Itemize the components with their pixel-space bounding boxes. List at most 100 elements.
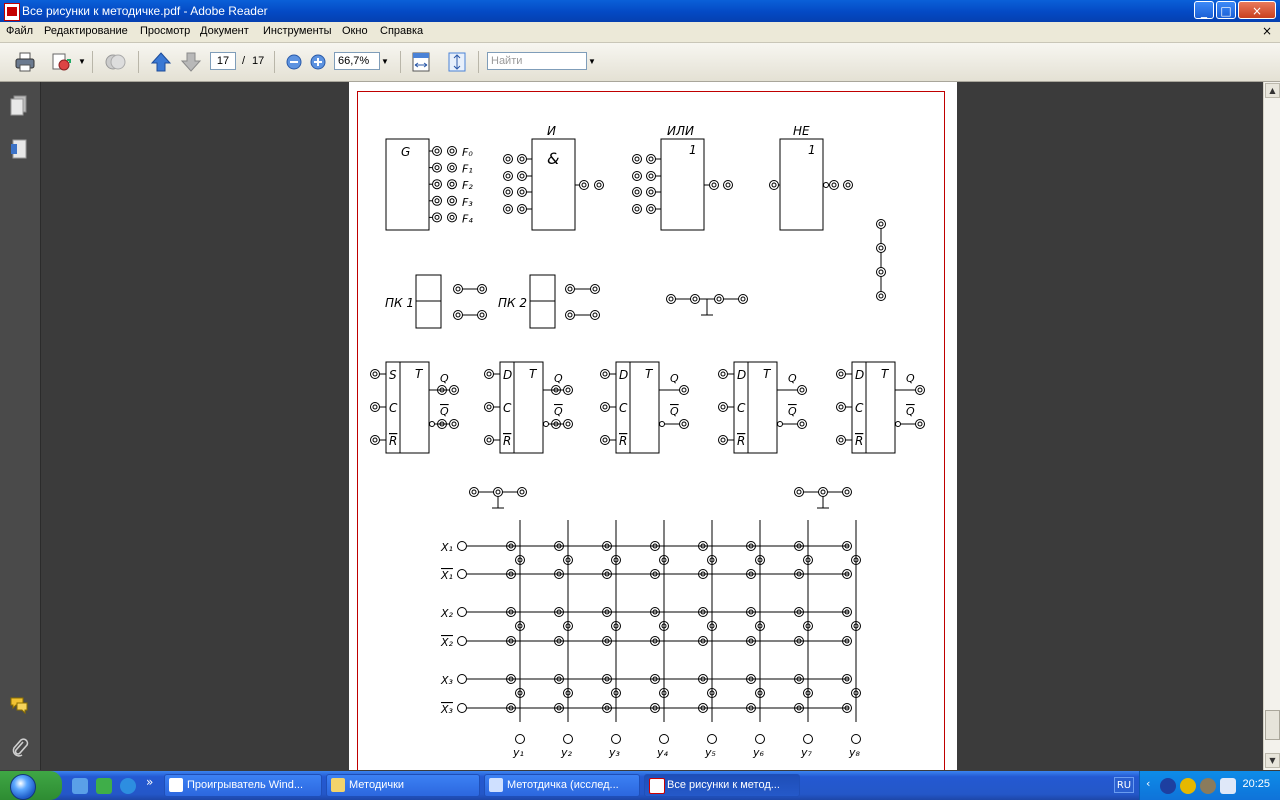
- task-folder[interactable]: Методички: [326, 774, 480, 797]
- socket-inner: [845, 182, 851, 188]
- socket: [579, 180, 589, 190]
- matrix-output-terminal: [611, 734, 621, 744]
- task-media-player[interactable]: Проигрыватель Wind...: [164, 774, 322, 797]
- socket-inner: [831, 182, 837, 188]
- socket: [503, 187, 513, 197]
- vertical-scrollbar[interactable]: ▲ ▼: [1263, 82, 1280, 770]
- socket: [646, 154, 656, 164]
- socket: [632, 187, 642, 197]
- socket: [797, 419, 807, 429]
- menu-tools[interactable]: Инструменты: [263, 25, 332, 37]
- volume-icon[interactable]: [1200, 778, 1216, 794]
- menu-window[interactable]: Окно: [342, 25, 368, 37]
- page-total: 17: [252, 55, 265, 67]
- antivirus-icon[interactable]: [1180, 778, 1196, 794]
- zoom-dropdown-icon[interactable]: ▼: [381, 57, 389, 66]
- navigation-panel: [0, 82, 41, 770]
- next-page-icon[interactable]: [180, 51, 202, 73]
- menu-view[interactable]: Просмотр: [140, 25, 190, 37]
- close-button[interactable]: ×: [1238, 1, 1276, 19]
- socket-inner: [567, 312, 573, 318]
- find-dropdown-icon[interactable]: ▼: [588, 57, 596, 66]
- socket: [679, 385, 689, 395]
- socket: [797, 385, 807, 395]
- scroll-thumb[interactable]: [1265, 710, 1280, 740]
- socket: [563, 385, 573, 395]
- socket: [690, 294, 700, 304]
- trigger-input-label: D: [503, 368, 512, 382]
- socket-inner: [372, 404, 378, 410]
- socket-inner: [740, 296, 746, 302]
- start-button[interactable]: [0, 771, 62, 800]
- socket-inner: [434, 181, 440, 187]
- bookmarks-panel-icon[interactable]: [9, 138, 29, 160]
- previous-page-icon[interactable]: [150, 51, 172, 73]
- task-word-document[interactable]: Метотдичка (исслед...: [484, 774, 640, 797]
- socket: [842, 487, 852, 497]
- comments-panel-icon[interactable]: [9, 694, 29, 716]
- bluetooth-icon[interactable]: [1160, 778, 1176, 794]
- pk2-label: ПК 2: [498, 296, 527, 310]
- socket: [590, 310, 600, 320]
- matrix-output-terminal: [707, 734, 717, 744]
- pages-panel-icon[interactable]: [9, 94, 29, 116]
- trigger-input-label: C: [619, 401, 628, 415]
- network-icon[interactable]: [1220, 778, 1236, 794]
- socket: [447, 162, 457, 173]
- menu-document[interactable]: Документ: [200, 25, 249, 37]
- socket-inner: [602, 437, 608, 443]
- trigger-nq-label: Q: [440, 405, 449, 418]
- quick-launch-more-icon[interactable]: »: [146, 775, 153, 789]
- show-desktop-icon[interactable]: [72, 778, 88, 794]
- toolbar-separator: [138, 51, 139, 73]
- not-block: [779, 138, 824, 231]
- fit-width-icon[interactable]: [410, 51, 432, 73]
- tray-expand-icon[interactable]: ‹: [1146, 777, 1150, 790]
- scroll-up-button[interactable]: ▲: [1265, 83, 1280, 98]
- trigger-nq-label: Q: [670, 405, 679, 418]
- language-indicator[interactable]: RU: [1114, 777, 1134, 793]
- share-dropdown-icon[interactable]: ▼: [78, 57, 86, 66]
- attachments-panel-icon[interactable]: [9, 736, 29, 758]
- trigger-input-label: R: [503, 434, 511, 448]
- task-adobe-reader[interactable]: Все рисунки к метод...: [644, 774, 800, 797]
- socket-inner: [486, 404, 492, 410]
- matrix-input-terminal: [457, 636, 467, 646]
- not-title: НЕ: [793, 124, 810, 138]
- socket: [493, 487, 503, 497]
- print-icon[interactable]: [14, 51, 36, 73]
- socket: [477, 310, 487, 320]
- socket-inner: [878, 293, 884, 299]
- find-input[interactable]: Найти: [487, 52, 587, 70]
- socket: [718, 435, 728, 445]
- collaborate-icon[interactable]: [104, 51, 126, 73]
- socket-inner: [565, 421, 571, 427]
- document-close-button[interactable]: ×: [1262, 24, 1272, 38]
- quick-launch-icon[interactable]: [96, 778, 112, 794]
- trigger-type-label: T: [763, 367, 772, 381]
- internet-explorer-icon[interactable]: [120, 778, 136, 794]
- socket-inner: [838, 404, 844, 410]
- minimize-button[interactable]: _: [1194, 1, 1214, 19]
- socket-inner: [820, 489, 826, 495]
- menu-edit[interactable]: Редактирование: [44, 25, 128, 37]
- zoom-out-icon[interactable]: [283, 51, 305, 73]
- fit-page-icon[interactable]: [446, 51, 468, 73]
- socket-inner: [648, 173, 654, 179]
- document-area[interactable]: G F₀ F₁ F₂ F₃ F₄ И & ИЛИ 1 НЕ 1 ПК 1 ПК 2 T S C R Q Q T D C R Q Q…: [41, 82, 1263, 770]
- zoom-level-input[interactable]: 66,7%: [334, 52, 380, 70]
- socket: [447, 146, 457, 156]
- socket-inner: [451, 387, 457, 393]
- socket: [449, 419, 459, 429]
- share-icon[interactable]: [50, 51, 72, 73]
- socket-inner: [519, 489, 525, 495]
- scroll-down-button[interactable]: ▼: [1265, 753, 1280, 768]
- page-number-input[interactable]: 17: [210, 52, 236, 70]
- menu-help[interactable]: Справка: [380, 25, 423, 37]
- zoom-in-icon[interactable]: [307, 51, 329, 73]
- socket: [600, 435, 610, 445]
- trigger-input-label: R: [855, 434, 863, 448]
- menu-file[interactable]: Файл: [6, 25, 33, 37]
- maximize-button[interactable]: □: [1216, 1, 1236, 19]
- socket: [484, 402, 494, 412]
